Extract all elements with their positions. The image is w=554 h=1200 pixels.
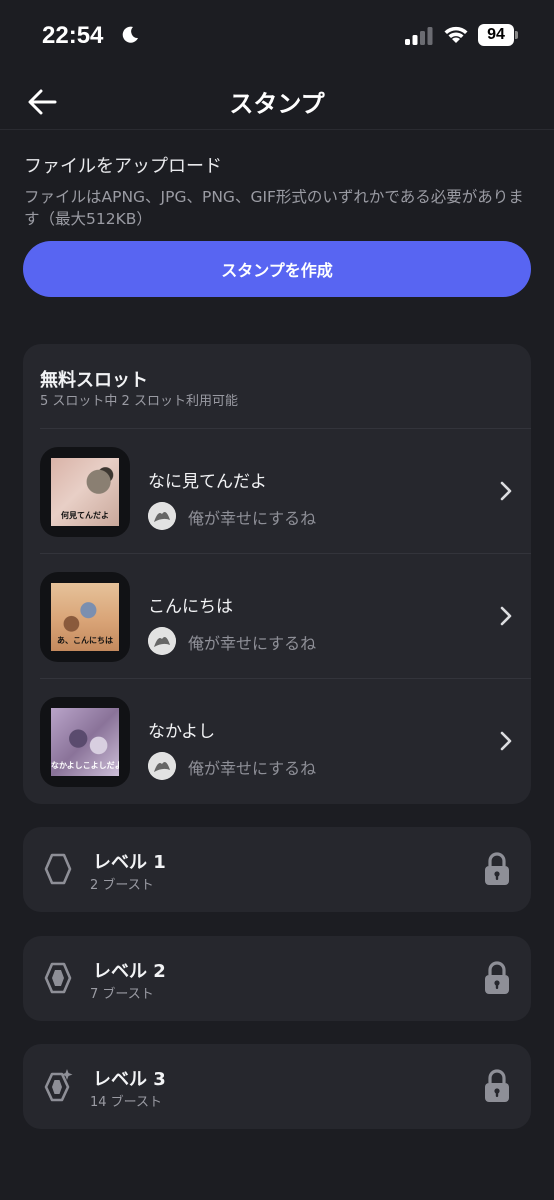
moon-icon — [122, 26, 138, 43]
sticker-name: なかよし — [148, 722, 216, 742]
sticker-caption: なかよしこよしだよ。 — [51, 761, 119, 770]
level-card-1[interactable]: レベル 1 2 ブースト — [23, 827, 531, 912]
lock-icon — [485, 852, 509, 885]
sticker-thumbnail: なかよしこよしだよ。 — [40, 697, 130, 787]
chevron-right-icon[interactable] — [499, 731, 513, 751]
sticker-row[interactable]: 何見てんだよ なに見てんだよ 俺が幸せにするね — [23, 429, 531, 553]
free-slots-subtitle: 5 スロット中 2 スロット利用可能 — [40, 394, 238, 409]
level-card-2[interactable]: レベル 2 7 ブースト — [23, 936, 531, 1021]
sticker-caption: 何見てんだよ — [61, 511, 109, 520]
wifi-icon — [444, 26, 468, 43]
gem-outline-icon — [44, 853, 72, 885]
page-title: スタンプ — [229, 90, 325, 118]
sticker-owner: 俺が幸せにするね — [188, 509, 317, 528]
lock-icon — [485, 961, 509, 994]
sticker-row[interactable]: なかよしこよしだよ。 なかよし 俺が幸せにするね — [23, 679, 531, 803]
avatar — [148, 627, 176, 655]
sticker-image: 何見てんだよ — [51, 458, 119, 526]
free-slots-card: 無料スロット 5 スロット中 2 スロット利用可能 何見てんだよ なに見てんだよ… — [23, 344, 531, 804]
sticker-image: なかよしこよしだよ。 — [51, 708, 119, 776]
avatar — [148, 502, 176, 530]
avatar — [148, 752, 176, 780]
battery-level: 94 — [487, 26, 505, 43]
sticker-owner: 俺が幸せにするね — [188, 634, 317, 653]
gem-filled-icon — [44, 962, 72, 994]
level-boosts: 2 ブースト — [90, 878, 154, 893]
level-title: レベル 3 — [93, 1069, 166, 1090]
battery-icon: 94 — [478, 24, 514, 46]
battery-nub — [515, 31, 518, 39]
sticker-name: なに見てんだよ — [148, 472, 267, 492]
chevron-right-icon[interactable] — [499, 481, 513, 501]
level-boosts: 14 ブースト — [90, 1095, 163, 1110]
status-time: 22:54 — [42, 22, 104, 49]
sticker-image: あ、こんにちは — [51, 583, 119, 651]
status-bar: 22:54 94 — [0, 0, 554, 74]
level-boosts: 7 ブースト — [90, 987, 154, 1002]
sticker-owner: 俺が幸せにするね — [188, 759, 317, 778]
sticker-caption: あ、こんにちは — [57, 636, 113, 645]
gem-sparkle-icon — [44, 1069, 73, 1102]
sticker-name: こんにちは — [148, 597, 233, 617]
signal-icon — [405, 27, 433, 45]
chevron-right-icon[interactable] — [499, 606, 513, 626]
sticker-row[interactable]: あ、こんにちは こんにちは 俺が幸せにするね — [23, 554, 531, 678]
create-sticker-button[interactable]: スタンプを作成 — [23, 241, 531, 297]
level-card-3[interactable]: レベル 3 14 ブースト — [23, 1044, 531, 1129]
sticker-thumbnail: 何見てんだよ — [40, 447, 130, 537]
free-slots-title: 無料スロット — [40, 370, 148, 391]
sticker-thumbnail: あ、こんにちは — [40, 572, 130, 662]
lock-icon — [485, 1069, 509, 1102]
level-title: レベル 2 — [93, 961, 166, 982]
level-title: レベル 1 — [93, 852, 166, 873]
upload-description: ファイルはAPNG、JPG、PNG、GIF形式のいずれかである必要があります（最… — [24, 188, 524, 228]
nav-bar: スタンプ — [0, 74, 554, 130]
upload-title: ファイルをアップロード — [24, 156, 222, 177]
